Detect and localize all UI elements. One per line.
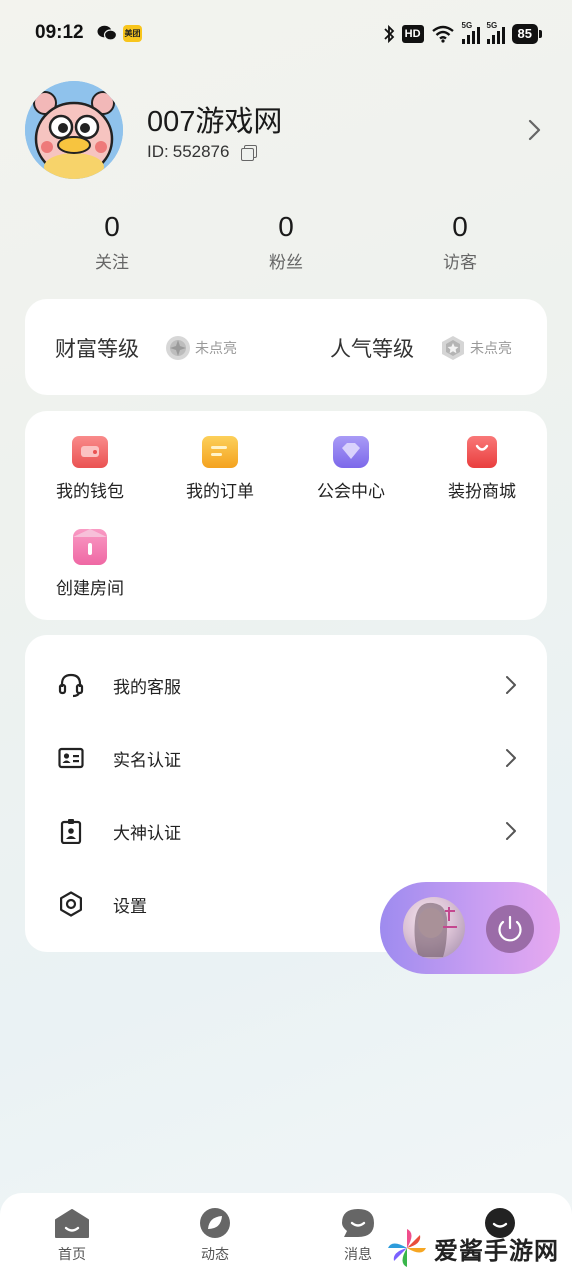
order-icon: [202, 436, 238, 468]
id-card-icon: [58, 747, 84, 769]
user-id-value: 552876: [172, 142, 230, 161]
wealth-level-title: 财富等级: [55, 338, 139, 361]
status-indicators: HD 5G 5G 85: [383, 21, 543, 46]
gear-icon: [60, 891, 82, 917]
create-room-label: 创建房间: [56, 579, 124, 598]
pinwheel-logo-icon: [388, 1229, 426, 1267]
stat-label: 关注: [95, 253, 129, 272]
home-icon: [54, 1207, 90, 1239]
meituan-icon: 美团: [123, 25, 142, 42]
stat-label: 粉丝: [269, 253, 303, 272]
watermark: 爱酱手游网: [386, 1227, 559, 1269]
room-cover-avatar[interactable]: [403, 897, 465, 959]
status-bar: 09:12 美团 HD 5G 5G 85: [0, 0, 572, 68]
nav-feed[interactable]: 动态: [175, 1207, 255, 1264]
shop-entry[interactable]: 装扮商城: [432, 436, 532, 502]
wealth-level[interactable]: 财富等级 未点亮: [55, 333, 237, 363]
status-time: 09:12: [35, 22, 84, 43]
watermark-text: 爱酱手游网: [434, 1237, 559, 1265]
avatar[interactable]: [25, 81, 123, 179]
menu-label: 我的客服: [113, 678, 181, 697]
copy-icon[interactable]: [241, 144, 258, 161]
nickname[interactable]: 007游戏网: [147, 98, 282, 140]
stat-visitors[interactable]: 0 访客: [400, 210, 520, 273]
signal-icon: 5G: [461, 21, 480, 44]
menu-label: 大神认证: [113, 824, 181, 843]
stat-value: 0: [452, 211, 468, 242]
badge-icon: [60, 819, 82, 844]
power-icon: [498, 915, 522, 942]
headset-icon: [58, 673, 84, 698]
signal-icon-2: 5G: [486, 21, 505, 44]
wechat-icon: [97, 25, 117, 41]
menu-item-customer-service[interactable]: 我的客服: [25, 654, 547, 714]
wealth-badge-icon: [166, 336, 190, 360]
hd-call-icon: HD: [401, 25, 424, 43]
wallet-label: 我的钱包: [56, 482, 124, 501]
floating-room-player[interactable]: [380, 882, 560, 974]
nav-home[interactable]: 首页: [32, 1207, 112, 1264]
chevron-right-icon[interactable]: [525, 117, 543, 143]
user-id: ID: 552876: [147, 142, 258, 162]
stat-fans[interactable]: 0 粉丝: [226, 210, 346, 273]
popularity-badge-icon: [442, 336, 464, 360]
battery-icon: 85: [511, 24, 543, 44]
wallet-entry[interactable]: 我的钱包: [40, 436, 140, 502]
nav-label: 首页: [58, 1246, 86, 1262]
stat-label: 访客: [443, 253, 477, 272]
feed-icon: [197, 1207, 233, 1239]
chevron-right-icon: [506, 676, 516, 694]
menu-item-real-name[interactable]: 实名认证: [25, 727, 547, 787]
menu-label: 实名认证: [113, 751, 181, 770]
nav-label: 动态: [201, 1246, 229, 1262]
avatar-image: [25, 81, 123, 179]
stat-value: 0: [104, 211, 120, 242]
order-entry[interactable]: 我的订单: [170, 436, 270, 502]
guild-label: 公会中心: [317, 482, 385, 501]
guild-entry[interactable]: 公会中心: [301, 436, 401, 502]
create-room-entry[interactable]: 创建房间: [40, 529, 140, 599]
popularity-level-title: 人气等级: [330, 338, 414, 361]
wallet-icon: [72, 436, 108, 468]
message-icon: [340, 1207, 376, 1239]
stat-following[interactable]: 0 关注: [52, 210, 172, 273]
order-label: 我的订单: [186, 482, 254, 501]
user-id-label: ID:: [147, 142, 169, 161]
wealth-level-state: 未点亮: [195, 340, 237, 356]
stat-value: 0: [278, 211, 294, 242]
menu-item-master-verify[interactable]: 大神认证: [25, 800, 547, 860]
shop-bag-icon: [467, 436, 497, 468]
level-card: 财富等级 未点亮 人气等级 未点亮: [25, 299, 547, 395]
shop-label: 装扮商城: [448, 482, 516, 501]
guild-icon: [333, 436, 369, 468]
bluetooth-icon: [384, 24, 394, 44]
popularity-level-state: 未点亮: [470, 340, 512, 356]
menu-label: 设置: [113, 897, 147, 916]
chevron-right-icon: [506, 822, 516, 840]
popularity-level[interactable]: 人气等级 未点亮: [330, 333, 512, 363]
function-grid-card: 我的钱包 我的订单 公会中心 装扮商城 创建房间: [25, 411, 547, 620]
create-room-icon: [73, 529, 107, 565]
chevron-right-icon: [506, 749, 516, 767]
wifi-icon: [431, 25, 454, 43]
power-button[interactable]: [486, 905, 534, 953]
